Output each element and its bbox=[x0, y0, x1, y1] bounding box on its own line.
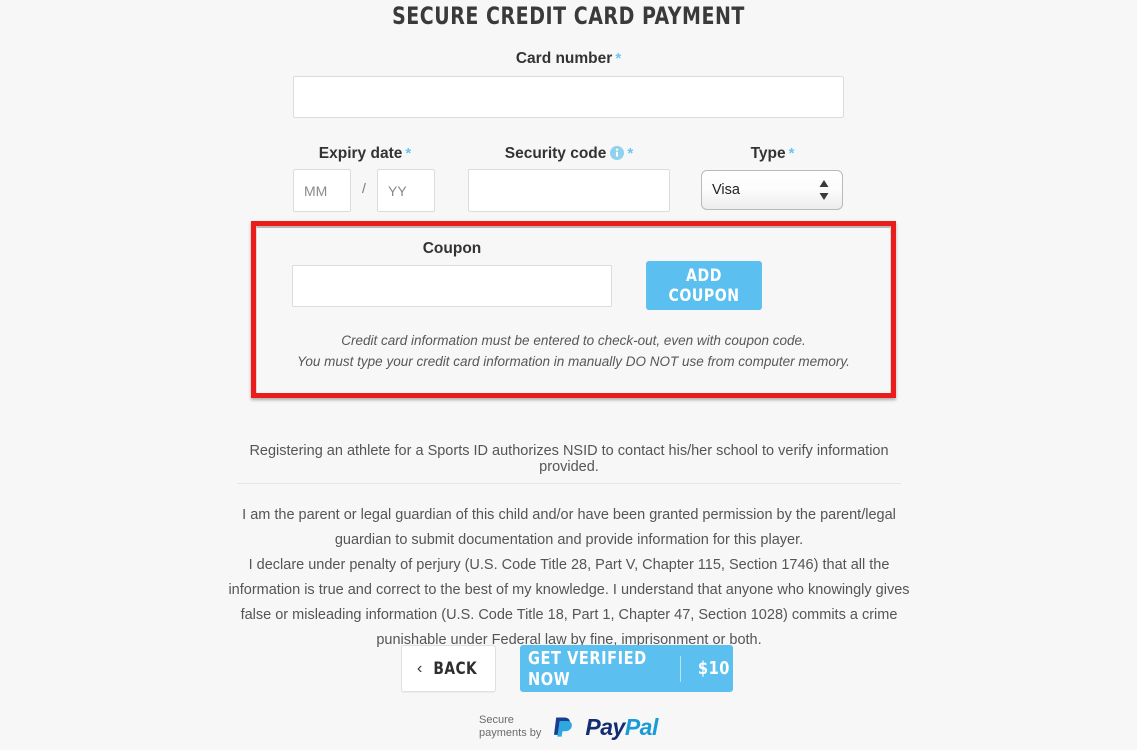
paypal-wordmark: PayPal bbox=[585, 713, 659, 741]
verify-button-price: $10 bbox=[698, 658, 731, 679]
perjury-declaration-text: I declare under penalty of perjury (U.S.… bbox=[228, 557, 910, 648]
registering-notice-text: Registering an athlete for a Sports ID a… bbox=[249, 443, 889, 475]
info-circle-icon[interactable] bbox=[610, 146, 625, 165]
expiry-date-label-text: Expiry date bbox=[318, 145, 403, 162]
back-button[interactable]: ‹ BACK bbox=[401, 645, 496, 692]
expiry-month-input[interactable] bbox=[293, 169, 351, 212]
add-coupon-button[interactable]: ADD COUPON bbox=[646, 261, 762, 310]
card-type-label: Type * bbox=[690, 145, 855, 163]
back-button-label: BACK bbox=[433, 658, 478, 679]
expiry-separator: / bbox=[362, 180, 366, 196]
coupon-note-line-2: You must type your credit card informati… bbox=[297, 354, 850, 369]
secure-payments-text: Secure payments by bbox=[479, 714, 542, 739]
card-number-label-text: Card number bbox=[515, 50, 613, 67]
section-divider bbox=[237, 483, 901, 484]
page-title: SECURE CREDIT CARD PAYMENT bbox=[392, 2, 745, 30]
required-asterisk: * bbox=[615, 50, 622, 67]
coupon-label: Coupon bbox=[422, 240, 482, 257]
verify-button-divider bbox=[679, 655, 681, 682]
required-asterisk: * bbox=[788, 145, 795, 162]
required-asterisk: * bbox=[405, 145, 412, 162]
paypal-logo-icon bbox=[554, 717, 573, 737]
guardian-consent-text: I am the parent or legal guardian of thi… bbox=[242, 507, 896, 548]
paypal-word-pay: Pay bbox=[585, 713, 625, 740]
card-number-label: Card number * bbox=[0, 50, 1137, 68]
required-asterisk: * bbox=[627, 145, 634, 162]
expiry-date-label: Expiry date * bbox=[265, 145, 465, 163]
security-code-label-text: Security code bbox=[504, 145, 607, 162]
security-code-input[interactable] bbox=[468, 169, 670, 212]
coupon-note-line-1: Credit card information must be entered … bbox=[341, 333, 806, 348]
card-number-input[interactable] bbox=[293, 76, 844, 118]
card-type-label-text: Type bbox=[750, 145, 786, 162]
chevron-left-icon: ‹ bbox=[417, 659, 423, 677]
card-type-select[interactable]: Visa bbox=[701, 170, 843, 210]
payment-page: SECURE CREDIT CARD PAYMENT Card number * … bbox=[0, 0, 1137, 750]
coupon-input[interactable] bbox=[292, 265, 612, 307]
paypal-word-pal: Pal bbox=[624, 713, 659, 740]
get-verified-now-button[interactable]: GET VERIFIED NOW $10 bbox=[520, 645, 733, 692]
security-code-label: Security code * bbox=[455, 145, 683, 165]
expiry-year-input[interactable] bbox=[377, 169, 435, 212]
paypal-footer: Secure payments by PayPal bbox=[479, 712, 658, 742]
verify-button-label: GET VERIFIED NOW bbox=[527, 647, 647, 690]
